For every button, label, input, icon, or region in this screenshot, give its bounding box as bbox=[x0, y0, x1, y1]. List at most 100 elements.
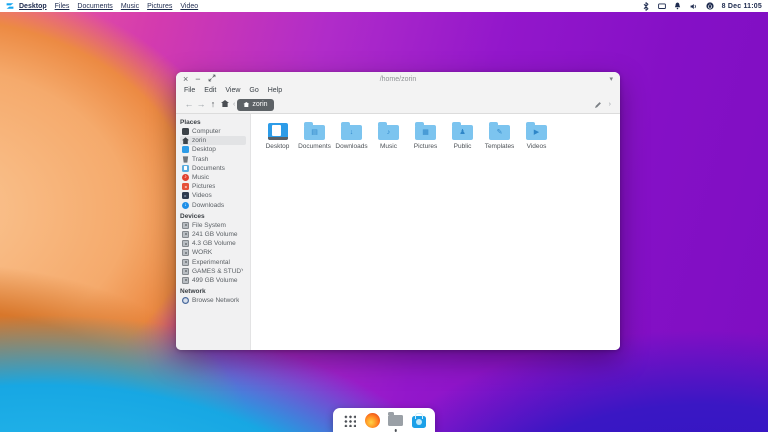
sidebar-item-trash[interactable]: Trash bbox=[180, 155, 246, 164]
sidebar-item-documents[interactable]: Documents bbox=[180, 164, 246, 173]
close-button[interactable]: × bbox=[183, 74, 188, 84]
section-devices: Devices bbox=[180, 212, 205, 220]
sidebar-item-downloads[interactable]: Downloads bbox=[180, 201, 246, 210]
location-toolbar: ← → ↑ ‹ zorin › bbox=[176, 96, 620, 114]
desktop-icon bbox=[182, 146, 189, 154]
power-icon[interactable] bbox=[706, 2, 714, 10]
status-area: 8 Dec 11:05 bbox=[642, 1, 762, 11]
public-folder-icon: ♟ bbox=[452, 122, 473, 140]
downloads-folder-icon: ↓ bbox=[341, 122, 362, 140]
software-store-launcher[interactable] bbox=[411, 412, 426, 429]
drive-icon bbox=[182, 240, 189, 248]
sidebar-item-computer[interactable]: Computer bbox=[180, 127, 246, 136]
minimize-button[interactable]: − bbox=[195, 74, 200, 84]
pathbar-scroll-right-icon[interactable]: › bbox=[609, 101, 611, 108]
window-menubar: File Edit View Go Help bbox=[176, 86, 620, 96]
menu-edit[interactable]: Edit bbox=[204, 87, 216, 94]
sidebar-item-browse-network[interactable]: Browse Network bbox=[180, 296, 246, 305]
window-chrome: /home/zorin × − ▾ File Edit View Go Help… bbox=[176, 72, 620, 114]
home-icon[interactable] bbox=[219, 100, 231, 109]
firefox-icon bbox=[365, 412, 380, 428]
sidebar-item-file-system[interactable]: File System bbox=[180, 221, 246, 230]
sidebar-item-work[interactable]: WORK bbox=[180, 248, 246, 257]
sidebar-item-home[interactable]: zorin bbox=[180, 136, 246, 146]
section-network: Network bbox=[180, 288, 206, 295]
drive-icon bbox=[182, 267, 189, 275]
sidebar-item-pictures[interactable]: Pictures bbox=[180, 182, 246, 191]
menu-music[interactable]: Music bbox=[121, 3, 139, 10]
sidebar-item-desktop[interactable]: Desktop bbox=[180, 145, 246, 154]
file-view[interactable]: Desktop ▤ Documents ↓ Downloads ♪ Music bbox=[251, 114, 620, 350]
music-icon bbox=[182, 174, 189, 182]
menu-go[interactable]: Go bbox=[249, 87, 258, 94]
downloads-icon bbox=[182, 201, 189, 209]
running-indicator bbox=[394, 429, 397, 432]
dock bbox=[333, 408, 435, 432]
edit-location-icon[interactable] bbox=[594, 96, 602, 114]
window-title: /home/zorin bbox=[379, 75, 417, 83]
templates-folder-icon: ✎ bbox=[489, 122, 510, 140]
menu-view[interactable]: View bbox=[225, 87, 240, 94]
file-item-documents[interactable]: ▤ Documents bbox=[296, 120, 333, 150]
file-item-public[interactable]: ♟ Public bbox=[444, 120, 481, 150]
music-folder-icon: ♪ bbox=[378, 122, 399, 140]
file-item-templates[interactable]: ✎ Templates bbox=[481, 120, 518, 150]
zorin-logo-icon[interactable] bbox=[6, 2, 14, 10]
globe-icon bbox=[182, 297, 189, 305]
display-icon[interactable] bbox=[657, 2, 666, 10]
breadcrumb[interactable]: zorin bbox=[237, 98, 274, 111]
bluetooth-icon[interactable] bbox=[642, 1, 650, 11]
menu-files[interactable]: Files bbox=[55, 3, 70, 10]
back-icon[interactable]: ← bbox=[183, 100, 195, 109]
app-grid-icon bbox=[343, 413, 356, 427]
menu-help[interactable]: Help bbox=[268, 87, 282, 94]
menu-pictures[interactable]: Pictures bbox=[147, 3, 172, 10]
clock[interactable]: 8 Dec 11:05 bbox=[722, 3, 762, 10]
global-menu: Desktop Files Documents Music Pictures V… bbox=[19, 3, 198, 10]
file-item-videos[interactable]: ▶ Videos bbox=[518, 120, 555, 150]
sidebar-item-volume-499gb[interactable]: 499 GB Volume bbox=[180, 276, 246, 285]
file-item-downloads[interactable]: ↓ Downloads bbox=[333, 120, 370, 150]
drive-icon bbox=[182, 249, 189, 257]
file-item-desktop[interactable]: Desktop bbox=[259, 120, 296, 150]
computer-icon bbox=[182, 128, 189, 136]
sidebar-item-volume-241gb[interactable]: 241 GB Volume bbox=[180, 230, 246, 239]
sidebar-item-games-study[interactable]: GAMES & STUDY bbox=[180, 267, 246, 276]
places-sidebar: Places Computer zorin Desktop Trash Docu… bbox=[176, 114, 251, 350]
videos-icon bbox=[182, 192, 189, 200]
videos-folder-icon: ▶ bbox=[526, 122, 547, 140]
sidebar-item-videos[interactable]: Videos bbox=[180, 191, 246, 200]
firefox-launcher[interactable] bbox=[365, 412, 380, 429]
file-item-music[interactable]: ♪ Music bbox=[370, 120, 407, 150]
up-icon[interactable]: ↑ bbox=[207, 100, 219, 109]
drive-icon bbox=[182, 221, 189, 229]
menu-file[interactable]: File bbox=[184, 87, 195, 94]
titlebar[interactable]: /home/zorin × − ▾ bbox=[176, 72, 620, 86]
volume-icon[interactable] bbox=[690, 2, 698, 10]
breadcrumb-home-icon bbox=[243, 102, 250, 107]
sidebar-item-experimental[interactable]: Experimental bbox=[180, 257, 246, 266]
trash-icon bbox=[182, 156, 189, 163]
app-grid-button[interactable] bbox=[342, 412, 357, 429]
documents-folder-icon: ▤ bbox=[304, 122, 325, 140]
home-icon bbox=[182, 137, 189, 145]
file-item-pictures[interactable]: ▦ Pictures bbox=[407, 120, 444, 150]
notifications-icon[interactable] bbox=[674, 2, 682, 10]
pathbar-scroll-left-icon[interactable]: ‹ bbox=[233, 101, 235, 108]
menu-video[interactable]: Video bbox=[180, 3, 198, 10]
forward-icon[interactable]: → bbox=[195, 100, 207, 109]
section-places: Places bbox=[180, 119, 201, 126]
desktop-folder-icon bbox=[267, 123, 288, 140]
documents-folder-icon bbox=[182, 164, 189, 172]
sidebar-item-music[interactable]: Music bbox=[180, 173, 246, 182]
window-menu-button[interactable]: ▾ bbox=[609, 75, 613, 83]
menu-desktop[interactable]: Desktop bbox=[19, 3, 47, 10]
drive-icon bbox=[182, 230, 189, 238]
breadcrumb-label: zorin bbox=[252, 101, 268, 108]
top-panel: Desktop Files Documents Music Pictures V… bbox=[0, 0, 768, 12]
desktop: Desktop Files Documents Music Pictures V… bbox=[0, 0, 768, 432]
files-launcher[interactable] bbox=[388, 412, 403, 432]
sidebar-item-volume-4-3gb[interactable]: 4.3 GB Volume bbox=[180, 239, 246, 248]
maximize-button[interactable] bbox=[208, 74, 216, 84]
menu-documents[interactable]: Documents bbox=[77, 3, 112, 10]
